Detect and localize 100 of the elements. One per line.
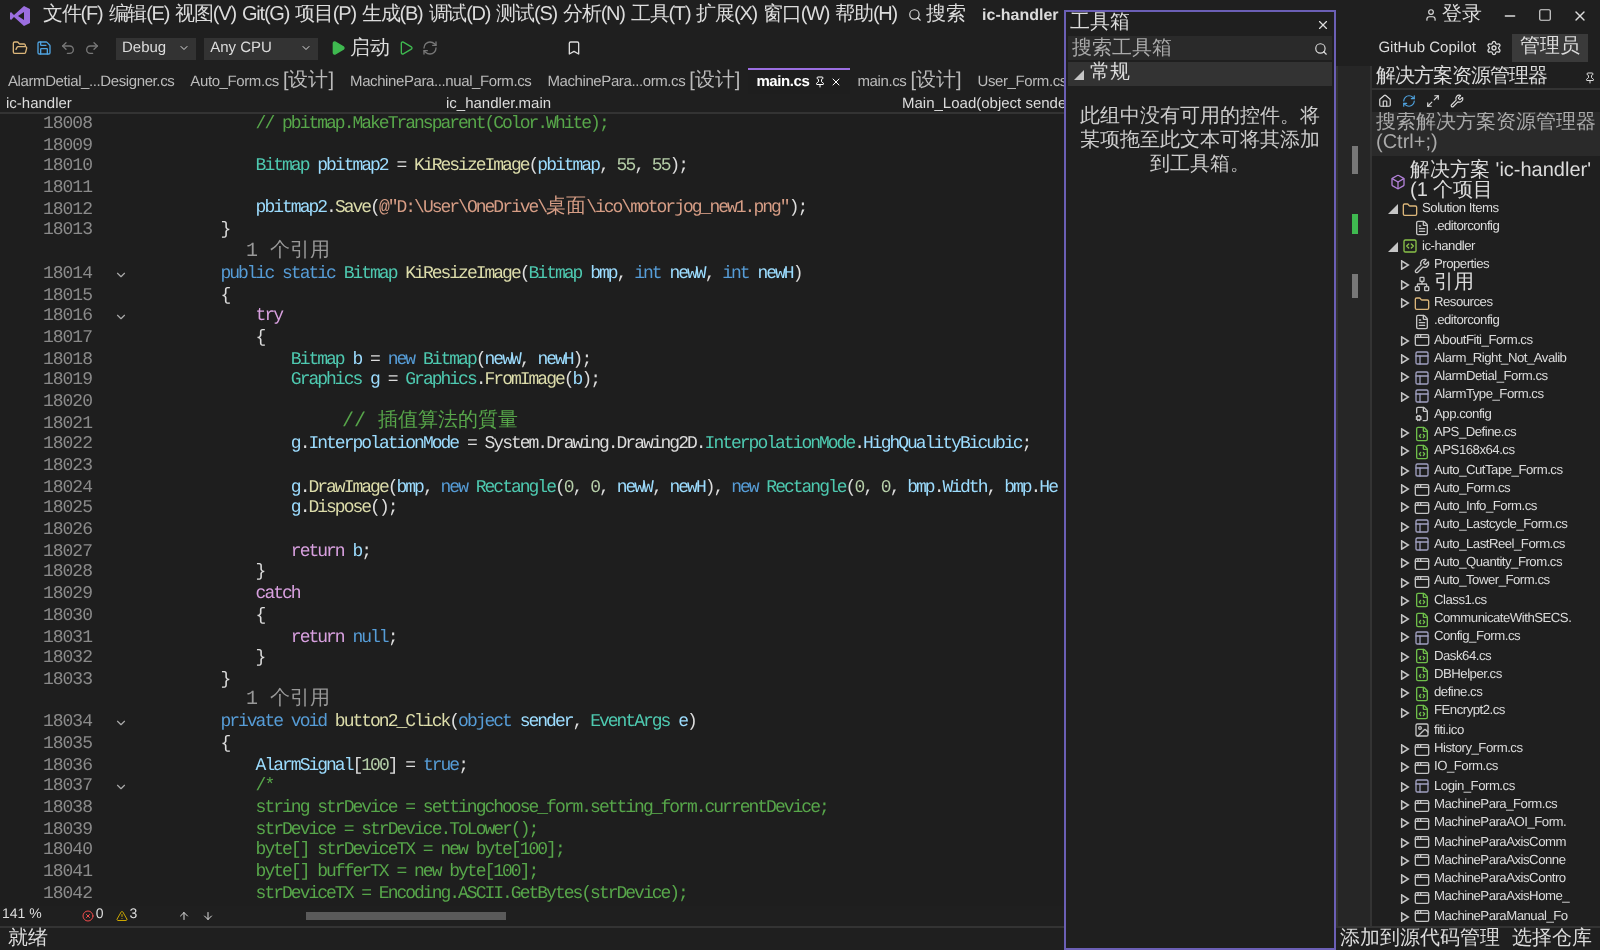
home-icon[interactable] — [1378, 94, 1392, 108]
next-icon[interactable] — [201, 910, 214, 922]
code-line: { — [218, 285, 230, 307]
collapsed-arrow-icon[interactable] — [1400, 353, 1410, 364]
menu-item[interactable]: 工具(T) — [627, 0, 694, 30]
horizontal-scrollbar[interactable] — [305, 912, 506, 920]
collapsed-arrow-icon[interactable] — [1400, 818, 1410, 829]
line-number: 18029 — [40, 584, 92, 606]
admin-button[interactable]: 管理员 — [1512, 34, 1588, 62]
run-icon[interactable] — [397, 40, 414, 56]
line-number: 18024 — [40, 477, 92, 499]
menu-item[interactable]: 扩展(X) — [693, 0, 761, 30]
toolbox-group[interactable]: 常规 — [1090, 64, 1130, 84]
refresh-icon[interactable] — [421, 40, 438, 56]
redo-icon[interactable] — [84, 40, 100, 56]
collapsed-arrow-icon[interactable] — [1400, 651, 1410, 662]
code-line: pbitmap2.Save(@"D:\User\OneDrive\桌面\ico\motorjog_new1.png"); — [253, 198, 807, 222]
undo-icon[interactable] — [60, 40, 76, 56]
menu-item[interactable]: 调试(D) — [425, 0, 494, 30]
vertical-scrollbar[interactable] — [1336, 66, 1372, 926]
line-number: 18032 — [40, 648, 92, 670]
fold-chevron-icon[interactable] — [114, 716, 128, 731]
previous-icon[interactable] — [177, 910, 190, 922]
designer-icon — [1414, 629, 1430, 646]
collapsed-arrow-icon[interactable] — [1400, 558, 1410, 569]
collapsed-arrow-icon[interactable] — [1400, 502, 1410, 513]
reference-count[interactable]: 1 个引用 — [150, 241, 331, 265]
collapsed-arrow-icon[interactable] — [1400, 893, 1410, 904]
code-line: // pbitmap.MakeTransparent(Color.White); — [253, 114, 608, 136]
collapsed-arrow-icon[interactable] — [1400, 298, 1410, 309]
collapsed-arrow-icon[interactable] — [1400, 762, 1410, 773]
collapsed-arrow-icon[interactable] — [1400, 391, 1410, 402]
sign-in-button[interactable]: 登录 — [1424, 0, 1482, 30]
close-icon[interactable] — [1572, 7, 1588, 23]
caret-icon — [178, 42, 191, 54]
collapsed-arrow-icon[interactable] — [1400, 911, 1410, 922]
collapsed-arrow-icon[interactable] — [1400, 446, 1410, 457]
menu-item[interactable]: 视图(V) — [172, 0, 239, 30]
collapsed-arrow-icon[interactable] — [1400, 744, 1410, 755]
collapsed-arrow-icon[interactable] — [1400, 279, 1410, 290]
start-button[interactable]: 启动 — [329, 33, 390, 63]
tree-item[interactable]: 解决方案 'ic-handler' (1 个项目 — [1410, 161, 1600, 202]
collapsed-arrow-icon[interactable] — [1400, 781, 1410, 792]
collapsed-arrow-icon[interactable] — [1400, 577, 1410, 587]
search-button[interactable]: 搜索 — [908, 0, 967, 30]
collapsed-arrow-icon[interactable] — [1400, 800, 1410, 811]
collapsed-arrow-icon[interactable] — [1400, 707, 1410, 718]
close-icon[interactable] — [1316, 17, 1330, 31]
menu-item[interactable]: 生成(B) — [358, 0, 426, 30]
code-line: string strDevice = settingchoose_form.setting_form.currentDevice; — [253, 798, 828, 820]
fold-chevron-icon[interactable] — [114, 267, 128, 282]
expand-icon[interactable] — [1426, 94, 1440, 108]
collapsed-arrow-icon[interactable] — [1400, 874, 1410, 885]
collapsed-arrow-icon[interactable] — [1400, 521, 1410, 532]
fold-chevron-icon[interactable] — [114, 310, 128, 325]
refresh-icon[interactable] — [1402, 94, 1416, 108]
collapsed-arrow-icon[interactable] — [1400, 335, 1410, 346]
expanded-arrow-icon[interactable] — [1388, 204, 1398, 215]
code-line: { — [253, 605, 265, 628]
reference-count[interactable]: 1 个引用 — [150, 690, 331, 714]
open-folder-icon[interactable] — [12, 40, 28, 56]
source-control-button[interactable]: 添加到源代码管理 — [1340, 929, 1500, 949]
collapsed-arrow-icon[interactable] — [1400, 614, 1410, 625]
bookmark-icon[interactable] — [565, 40, 582, 56]
line-number: 18033 — [40, 669, 92, 692]
tree-item[interactable]: 引用 — [1434, 274, 1474, 295]
code-line: Graphics g = Graphics.FromImage(b); — [288, 370, 599, 392]
code-line: g.Dispose(); — [288, 498, 397, 521]
collapsed-arrow-icon[interactable] — [1400, 688, 1410, 699]
menu-item[interactable]: 文件(F) — [40, 0, 106, 30]
menu-item[interactable]: 测试(S) — [493, 0, 561, 30]
toolbox-search-field[interactable]: 搜索工具箱 — [1068, 36, 1308, 60]
maximize-icon[interactable] — [1538, 8, 1552, 22]
menu-item[interactable]: 编辑(E) — [105, 0, 173, 30]
menu-item[interactable]: Git(G) — [238, 0, 293, 30]
code-line: { — [218, 733, 230, 756]
collapsed-arrow-icon[interactable] — [1400, 465, 1410, 476]
menu-item[interactable]: 项目(P) — [292, 0, 359, 30]
collapsed-arrow-icon[interactable] — [1400, 855, 1410, 866]
collapsed-arrow-icon[interactable] — [1400, 372, 1410, 383]
collapsed-arrow-icon[interactable] — [1400, 484, 1410, 495]
collapsed-arrow-icon[interactable] — [1400, 837, 1410, 848]
expanded-arrow-icon[interactable] — [1074, 69, 1084, 79]
settings-icon[interactable] — [1486, 40, 1502, 56]
collapsed-arrow-icon[interactable] — [1400, 669, 1410, 680]
collapsed-arrow-icon[interactable] — [1400, 539, 1410, 550]
menu-item[interactable]: 分析(N) — [560, 0, 628, 30]
wrench-icon[interactable] — [1450, 94, 1464, 108]
collapsed-arrow-icon[interactable] — [1400, 595, 1410, 606]
save-icon[interactable] — [36, 40, 52, 56]
collapsed-arrow-icon[interactable] — [1400, 428, 1410, 439]
repository-button[interactable]: 选择仓库 — [1512, 929, 1592, 949]
folder-icon — [1414, 295, 1430, 312]
expanded-arrow-icon[interactable] — [1388, 241, 1398, 252]
fold-chevron-icon[interactable] — [114, 780, 128, 795]
menu-item[interactable]: 帮助(H) — [832, 0, 901, 30]
collapsed-arrow-icon[interactable] — [1400, 260, 1410, 271]
pin-icon[interactable] — [1584, 71, 1596, 83]
menu-item[interactable]: 窗口(W) — [760, 0, 833, 30]
collapsed-arrow-icon[interactable] — [1400, 632, 1410, 643]
